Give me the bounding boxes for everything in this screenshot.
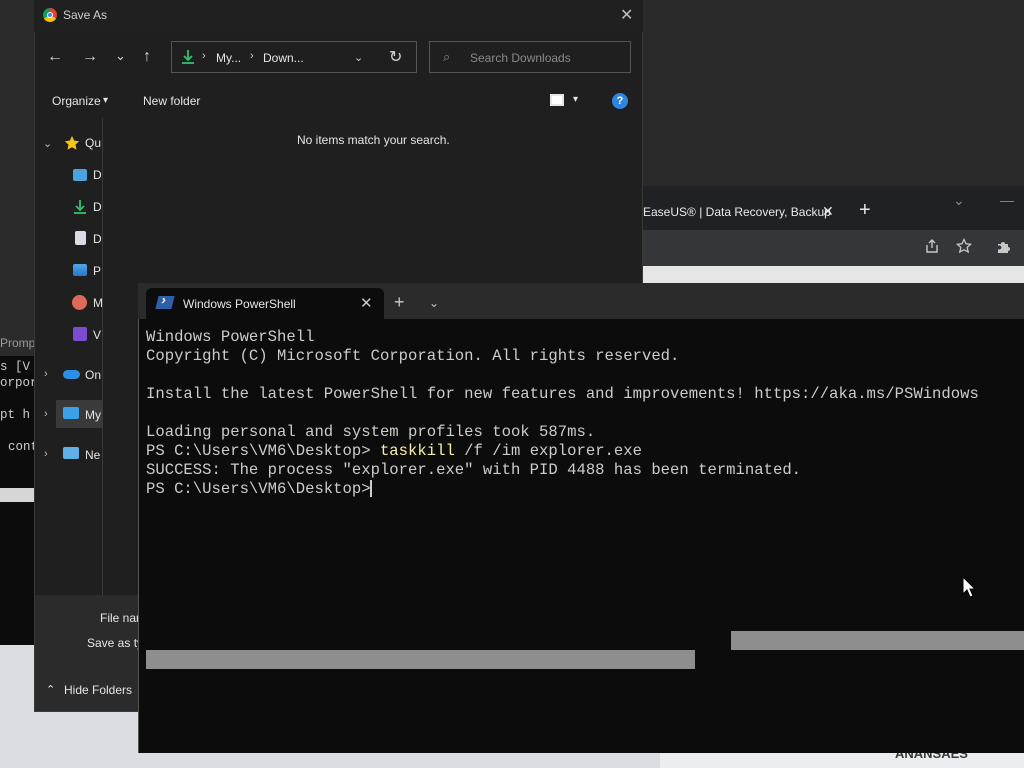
hide-folders-chevron-icon[interactable]: ⌃ (46, 683, 55, 696)
nav-item-pictures[interactable]: P (93, 264, 101, 278)
chrome-minimize-icon[interactable]: — (1000, 192, 1014, 208)
network-icon (63, 447, 79, 459)
dialog-title: Save As (63, 8, 108, 22)
chrome-new-tab-icon[interactable]: + (859, 199, 871, 222)
search-placeholder: Search Downloads (470, 51, 571, 65)
powershell-icon (155, 296, 175, 309)
forward-arrow-icon[interactable]: → (82, 48, 98, 66)
file-name-label: File nar (100, 611, 141, 625)
view-dropdown-icon[interactable]: ▾ (573, 94, 578, 105)
onedrive-icon (63, 370, 80, 379)
navigation-pane (35, 118, 102, 595)
command-args: /f /im explorer.exe (454, 442, 642, 460)
mouse-pointer-icon (962, 575, 977, 601)
hide-folders-button[interactable]: Hide Folders (64, 683, 132, 697)
videos-icon (73, 327, 87, 341)
terminal-command-line: PS C:\Users\VM6\Desktop> taskkill /f /im… (146, 442, 642, 461)
breadcrumb-item[interactable]: My... (216, 51, 241, 65)
nav-item-desktop[interactable]: D (93, 168, 102, 182)
nav-item-quick-access[interactable]: Qu (85, 136, 101, 150)
terminal-line: Windows PowerShell (146, 328, 315, 346)
organize-button[interactable]: Organize (52, 94, 101, 108)
nav-item-downloads[interactable]: D (93, 200, 102, 214)
new-tab-icon[interactable]: + (394, 292, 405, 313)
terminal-gray-block (731, 631, 1024, 650)
this-pc-icon (63, 407, 79, 419)
help-icon[interactable]: ? (612, 93, 628, 109)
back-arrow-icon[interactable]: ← (47, 48, 63, 66)
terminal-output-line: SUCCESS: The process "explorer.exe" with… (146, 461, 802, 479)
chrome-tab-close-icon[interactable]: ✕ (822, 203, 834, 220)
cmd-line: s [V (0, 360, 31, 374)
downloads-icon (181, 49, 195, 69)
tab-dropdown-icon[interactable]: ⌄ (429, 296, 439, 310)
nav-item-videos[interactable]: V (93, 328, 101, 342)
save-as-type-label: Save as ty (87, 636, 144, 650)
terminal-line: Copyright (C) Microsoft Corporation. All… (146, 347, 680, 365)
command-name: taskkill (379, 442, 455, 460)
organize-dropdown-icon[interactable]: ▾ (103, 95, 108, 106)
pane-divider[interactable] (102, 118, 103, 595)
prompt: PS C:\Users\VM6\Desktop> (146, 442, 380, 460)
nav-item-documents[interactable]: D (93, 232, 102, 246)
terminal-line: Install the latest PowerShell for new fe… (146, 385, 979, 403)
star-icon[interactable] (955, 237, 973, 259)
breadcrumb-separator-icon: › (250, 50, 254, 62)
nav-item-music[interactable]: M (93, 296, 103, 310)
nav-item-onedrive[interactable]: On (85, 368, 101, 382)
tab-close-icon[interactable]: ✕ (360, 294, 373, 312)
expand-chevron-icon[interactable]: › (44, 408, 48, 420)
document-icon (75, 231, 86, 245)
chrome-tab-title[interactable]: EaseUS® | Data Recovery, Backup (643, 205, 831, 219)
star-icon (64, 135, 80, 154)
tab-title: Windows PowerShell (183, 297, 296, 311)
download-icon (73, 199, 87, 218)
terminal-prompt-line[interactable]: PS C:\Users\VM6\Desktop> (146, 480, 380, 499)
share-icon[interactable] (924, 238, 940, 259)
new-folder-button[interactable]: New folder (143, 94, 200, 108)
recent-locations-icon[interactable]: ⌄ (115, 48, 126, 64)
desktop-icon (73, 169, 87, 181)
search-icon: ⌕ (443, 49, 451, 64)
breadcrumb-item[interactable]: Down... (263, 51, 304, 65)
pictures-icon (73, 264, 87, 276)
nav-item-this-pc[interactable]: My (85, 408, 101, 422)
extensions-icon[interactable] (996, 238, 1012, 259)
nav-item-network[interactable]: Ne (85, 448, 100, 462)
expand-chevron-icon[interactable]: ⌄ (43, 137, 52, 150)
expand-chevron-icon[interactable]: › (44, 368, 48, 380)
terminal-line: Loading personal and system profiles too… (146, 423, 596, 441)
dialog-title-bar[interactable] (34, 0, 643, 32)
breadcrumb-separator-icon: › (202, 50, 206, 62)
text-cursor (370, 480, 372, 497)
dialog-close-icon[interactable]: ✕ (620, 5, 633, 25)
chrome-logo-icon (43, 8, 57, 22)
chrome-tab-search-icon[interactable]: ⌄ (953, 192, 965, 209)
desktop-background (643, 0, 1024, 190)
up-arrow-icon[interactable]: ↑ (143, 48, 151, 66)
expand-chevron-icon[interactable]: › (44, 448, 48, 460)
cmd-line: orpor (0, 376, 38, 390)
refresh-icon[interactable]: ↻ (389, 47, 402, 67)
empty-folder-message: No items match your search. (297, 133, 450, 147)
view-options-icon[interactable] (550, 94, 564, 106)
cmd-line: pt h (0, 408, 31, 422)
address-dropdown-icon[interactable]: ⌄ (354, 51, 363, 64)
music-icon (72, 295, 87, 310)
terminal-gray-block (146, 650, 695, 669)
